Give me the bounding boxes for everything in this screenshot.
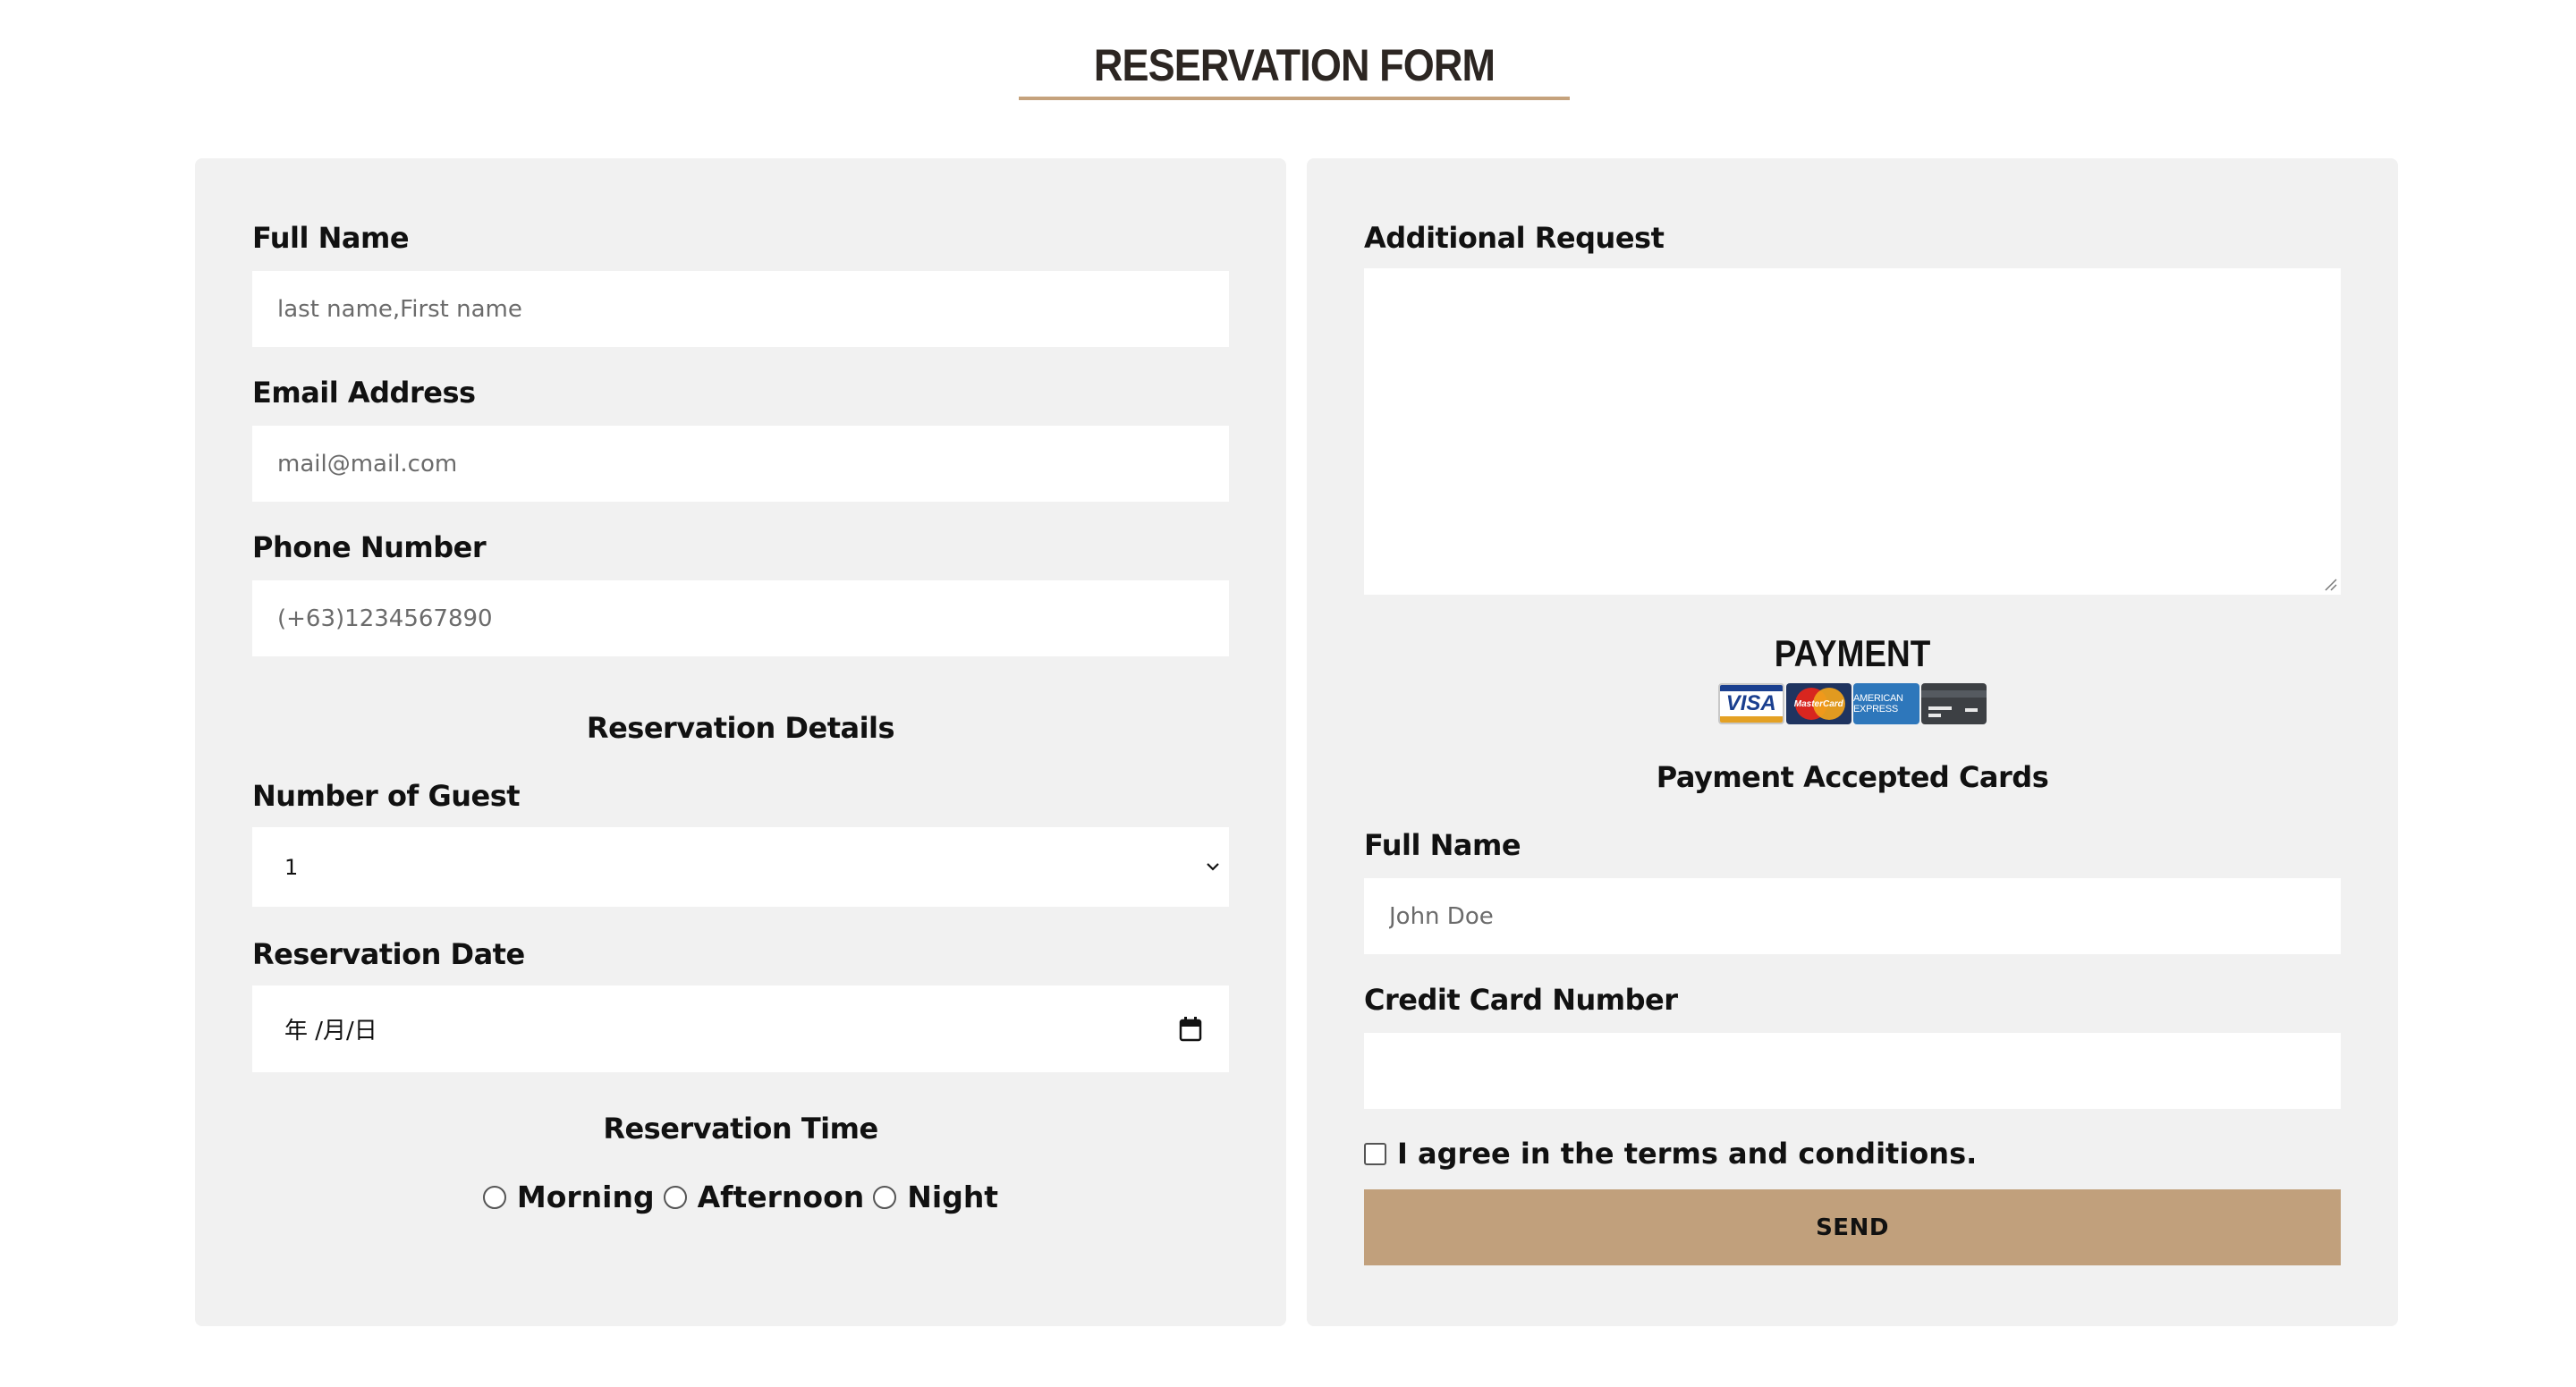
payment-accepted-cards-heading: Payment Accepted Cards xyxy=(1656,760,2049,794)
reservation-time-options: Morning Afternoon Night xyxy=(195,1180,1286,1214)
radio-night[interactable]: Night xyxy=(873,1180,998,1214)
terms-label: I agree in the terms and conditions. xyxy=(1397,1137,1978,1171)
amex-card-icon: AMERICAN EXPRESS xyxy=(1853,683,1919,724)
radio-morning-circle[interactable] xyxy=(482,1185,506,1209)
terms-agreement[interactable]: I agree in the terms and conditions. xyxy=(1364,1137,1977,1171)
additional-request-textarea[interactable] xyxy=(1364,268,2341,595)
radio-night-label: Night xyxy=(907,1180,999,1214)
title-underline xyxy=(1019,97,1570,100)
reservation-date-input[interactable]: 年 /月/日 xyxy=(252,985,1229,1072)
email-label: Email Address xyxy=(252,376,476,410)
guest-count-label: Number of Guest xyxy=(252,779,521,813)
visa-card-icon: VISA xyxy=(1718,683,1784,724)
credit-card-number-input[interactable] xyxy=(1364,1033,2341,1109)
send-button[interactable]: SEND xyxy=(1364,1189,2341,1265)
reservation-details-panel: Full Name Email Address Phone Number Res… xyxy=(195,158,1286,1326)
credit-card-number-label: Credit Card Number xyxy=(1364,983,1678,1017)
full-name-input[interactable] xyxy=(252,271,1229,347)
radio-afternoon[interactable]: Afternoon xyxy=(663,1180,865,1214)
guest-count-select[interactable]: 1 xyxy=(252,827,1229,907)
email-input[interactable] xyxy=(252,426,1229,502)
resize-handle-icon[interactable] xyxy=(2323,577,2337,591)
additional-request-label: Additional Request xyxy=(1364,221,1665,255)
terms-checkbox[interactable] xyxy=(1364,1142,1386,1165)
chevron-down-icon xyxy=(1207,863,1219,871)
reservation-date-value: 年 /月/日 xyxy=(284,1018,377,1044)
page-title: RESERVATION FORM xyxy=(1093,40,1496,90)
reservation-time-heading: Reservation Time xyxy=(603,1112,878,1146)
card-name-input[interactable] xyxy=(1364,878,2341,954)
radio-afternoon-circle[interactable] xyxy=(663,1185,687,1209)
payment-title: PAYMENT xyxy=(1774,632,1931,674)
radio-night-circle[interactable] xyxy=(873,1185,897,1209)
payment-panel: Additional Request PAYMENT VISA MasterCa… xyxy=(1307,158,2398,1326)
phone-input[interactable] xyxy=(252,580,1229,656)
radio-morning[interactable]: Morning xyxy=(482,1180,655,1214)
generic-card-icon xyxy=(1920,683,1987,724)
radio-afternoon-label: Afternoon xyxy=(697,1180,865,1214)
reservation-details-heading: Reservation Details xyxy=(586,711,895,745)
accepted-cards-row: VISA MasterCard AMERICAN EXPRESS xyxy=(1718,683,1987,724)
reservation-page: RESERVATION FORM Full Name Email Address… xyxy=(0,0,2576,1387)
guest-count-value: 1 xyxy=(284,854,299,880)
visa-card-text: VISA xyxy=(1725,691,1776,715)
reservation-date-label: Reservation Date xyxy=(252,937,525,971)
phone-label: Phone Number xyxy=(252,530,487,564)
card-name-label: Full Name xyxy=(1364,828,1521,862)
calendar-icon[interactable] xyxy=(1179,1017,1202,1042)
mastercard-icon: MasterCard xyxy=(1785,683,1852,724)
amex-card-text: AMERICAN EXPRESS xyxy=(1853,693,1903,715)
radio-morning-label: Morning xyxy=(516,1180,655,1214)
mastercard-text: MasterCard xyxy=(1793,698,1843,709)
full-name-label: Full Name xyxy=(252,221,410,255)
